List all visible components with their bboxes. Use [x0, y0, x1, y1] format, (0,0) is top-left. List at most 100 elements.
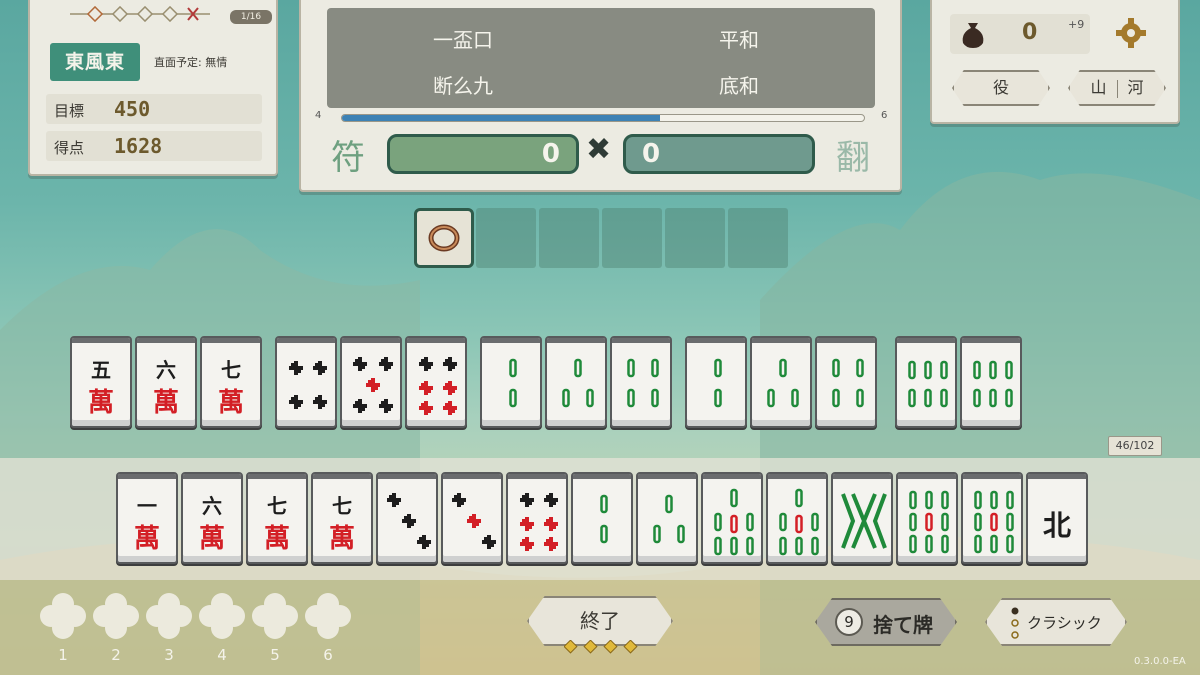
target-value: 450	[114, 97, 151, 121]
bamboo-suit-icon	[600, 494, 608, 544]
yaku-list-button[interactable]: 役	[952, 70, 1050, 106]
pin-tile[interactable]	[506, 472, 568, 564]
circle-suit-icon	[520, 493, 558, 551]
bamboo-suit-icon	[562, 358, 594, 408]
sou-tile[interactable]	[701, 472, 763, 564]
man-character: 萬	[152, 388, 179, 418]
sou-tile	[815, 336, 877, 428]
gear-icon[interactable]	[1116, 18, 1146, 48]
sou-tile	[685, 336, 747, 428]
flower-slot-icon[interactable]	[145, 592, 193, 640]
flower-slot-icon[interactable]	[39, 592, 87, 640]
yaku-progress-bar	[341, 114, 865, 122]
circle-suit-icon	[419, 357, 457, 415]
man-tile[interactable]: 七萬	[311, 472, 373, 564]
man-tile[interactable]: 七萬	[246, 472, 308, 564]
fu-value-box: 0	[387, 134, 579, 174]
money-bag-icon	[962, 23, 984, 48]
sort-mode-button[interactable]: クラシック	[985, 598, 1127, 646]
joker-slot[interactable]	[414, 208, 474, 268]
target-label: 目標	[54, 102, 85, 120]
joker-slot[interactable]	[476, 208, 536, 268]
tile-number: 七	[332, 494, 352, 518]
coin-bonus: +9	[1068, 18, 1085, 31]
flower-slot-icon[interactable]	[304, 592, 352, 640]
yaku-list: 一盃口 平和 断么九 底和	[327, 8, 875, 108]
flower-slot-icon[interactable]	[251, 592, 299, 640]
end-button-ornament	[564, 640, 638, 654]
circle-suit-icon	[353, 357, 393, 413]
flower-slot-number: 2	[111, 646, 121, 664]
man-tile[interactable]: 六萬	[181, 472, 243, 564]
pin-tile[interactable]	[441, 472, 503, 564]
man-character: 萬	[87, 388, 114, 418]
end-turn-button[interactable]: 終了	[527, 596, 673, 646]
fu-label: 符	[331, 138, 365, 178]
flower-slot-number: 3	[164, 646, 174, 664]
bamboo-suit-icon	[973, 360, 1013, 408]
joker-slot[interactable]	[539, 208, 599, 268]
round-info-panel: 1/16 東風東 直面予定: 無情 目標 450 得点 1628	[28, 0, 278, 176]
round-wind-label: 東風東	[50, 43, 140, 81]
flower-slot-number: 4	[217, 646, 227, 664]
han-label: 翻	[836, 138, 870, 178]
sou-tile[interactable]	[896, 472, 958, 564]
target-row: 目標 450	[46, 94, 262, 124]
round-progress-badge: 1/16	[230, 10, 272, 24]
joker-slot[interactable]	[728, 208, 788, 268]
version-label: 0.3.0.0-EA	[1134, 656, 1186, 667]
yaku-item: 断么九	[433, 74, 493, 98]
man-tile[interactable]: 一萬	[116, 472, 178, 564]
wall-label: 山	[1090, 78, 1107, 97]
bamboo-suit-icon	[779, 488, 819, 556]
sou-tile	[750, 336, 812, 428]
bamboo-suit-icon	[509, 358, 517, 408]
coin-value: 0	[1022, 20, 1038, 45]
progress-min-label: 4	[315, 110, 322, 121]
ring-icon	[428, 224, 460, 252]
flower-slot-icon[interactable]	[198, 592, 246, 640]
yaku-panel: 一盃口 平和 断么九 底和 4 6 符 0 ✖ 0 翻	[299, 0, 902, 192]
circle-suit-icon	[289, 361, 327, 409]
score-row: 得点 1628	[46, 131, 262, 161]
river-label: 河	[1127, 78, 1144, 97]
honor-tile[interactable]: 北	[1026, 472, 1088, 564]
discard-label: 捨て牌	[873, 613, 933, 637]
sou-tile[interactable]	[766, 472, 828, 564]
discard-count: 9	[835, 608, 863, 636]
sou-tile[interactable]	[961, 472, 1023, 564]
man-character: 萬	[328, 524, 355, 554]
pin-tile[interactable]	[376, 472, 438, 564]
man-character: 萬	[198, 524, 225, 554]
bamboo-suit-icon	[909, 490, 949, 554]
wall-count-badge: 46/102	[1108, 436, 1162, 456]
man-character: 萬	[133, 524, 160, 554]
joker-slot[interactable]	[602, 208, 662, 268]
flower-slot-number: 5	[270, 646, 280, 664]
bamboo-suit-icon	[714, 358, 722, 408]
bamboo-suit-icon	[714, 488, 754, 556]
yaku-item: 平和	[719, 28, 759, 52]
flower-slot-number: 1	[58, 646, 68, 664]
tile-number: 五	[91, 358, 111, 382]
boss-preview-text: 直面予定: 無情	[154, 56, 228, 69]
tile-number: 六	[156, 358, 176, 382]
discard-button[interactable]: 9 捨て牌	[815, 598, 957, 646]
joker-slot[interactable]	[665, 208, 725, 268]
flower-slot-icon[interactable]	[92, 592, 140, 640]
sou-tile	[960, 336, 1022, 428]
yaku-progress-fill	[342, 115, 661, 121]
bamboo-suit-icon	[908, 360, 948, 408]
sou-tile[interactable]	[831, 472, 893, 564]
sou-tile[interactable]	[636, 472, 698, 564]
sort-mode-label: クラシック	[1027, 614, 1102, 632]
resources-panel: 0 +9 役 山河	[930, 0, 1180, 124]
tile-number: 七	[267, 494, 287, 518]
sou-tile[interactable]	[571, 472, 633, 564]
man-tile: 七萬	[200, 336, 262, 428]
score-label: 得点	[54, 139, 85, 157]
coin-counter: 0 +9	[950, 14, 1090, 54]
bamboo-suit-icon	[841, 493, 887, 549]
sou-tile	[895, 336, 957, 428]
wall-river-button[interactable]: 山河	[1068, 70, 1166, 106]
